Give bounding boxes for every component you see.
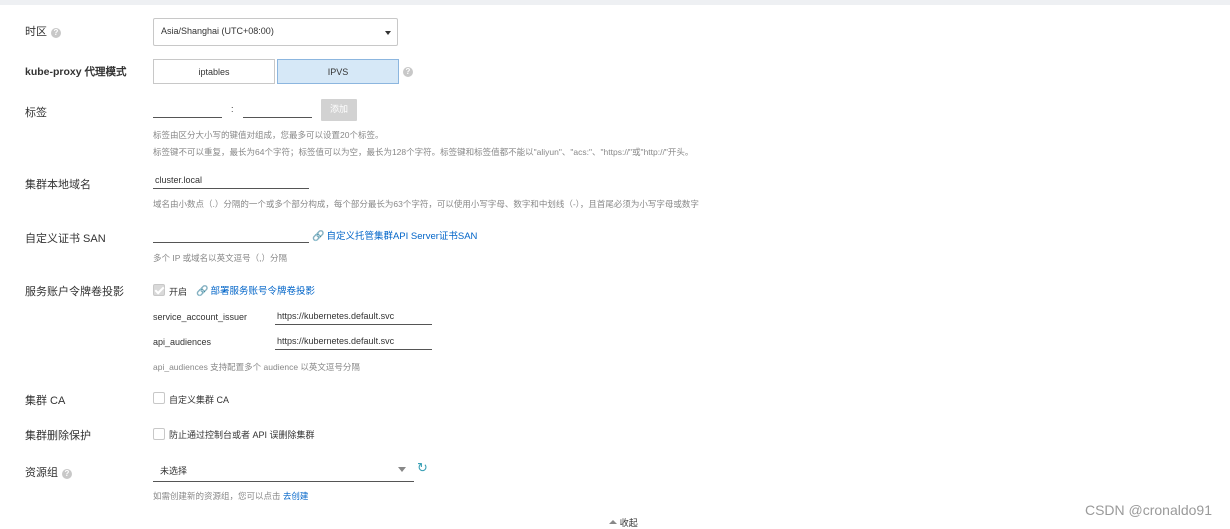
cert-san-doc-link[interactable]: 🔗 自定义托管集群API Server证书SAN	[312, 228, 477, 242]
tags-label: 标签	[25, 107, 47, 119]
proxy-option-ipvs[interactable]: IPVS	[277, 59, 399, 84]
sa-token-enable-label: 开启	[169, 287, 188, 297]
audiences-hint: api_audiences 支持配置多个 audience 以英文逗号分隔	[153, 362, 360, 372]
top-divider	[0, 0, 1230, 5]
link-icon: 🔗	[312, 231, 325, 242]
help-icon[interactable]: ?	[51, 28, 61, 38]
link-icon: 🔗	[196, 286, 209, 297]
cert-san-link-text: 自定义托管集群API Server证书SAN	[326, 231, 478, 242]
cert-san-input[interactable]	[153, 229, 309, 243]
sa-token-link-text: 部署服务账号令牌卷投影	[210, 286, 315, 297]
cluster-ca-checkbox[interactable]	[153, 392, 165, 404]
chevron-down-icon	[398, 467, 406, 472]
tags-hint-1: 标签由区分大小写的键值对组成，您最多可以设置20个标签。	[153, 130, 384, 140]
timezone-select[interactable]: Asia/Shanghai (UTC+08:00)	[153, 18, 398, 46]
cluster-ca-option: 自定义集群 CA	[169, 395, 230, 405]
resource-group-hint: 如需创建新的资源组，您可以点击 去创建	[153, 490, 308, 502]
audiences-label: api_audiences	[153, 337, 212, 347]
proxy-option-iptables[interactable]: iptables	[153, 59, 275, 84]
timezone-value: Asia/Shanghai (UTC+08:00)	[161, 26, 274, 36]
help-icon[interactable]: ?	[403, 67, 413, 77]
timezone-label: 时区?	[25, 23, 61, 39]
issuer-input[interactable]	[275, 311, 432, 325]
sa-token-checkbox[interactable]	[153, 284, 165, 296]
resource-group-label-text: 资源组	[25, 467, 58, 479]
resource-group-hint-text: 如需创建新的资源组，您可以点击	[153, 491, 281, 501]
domain-label: 集群本地域名	[25, 179, 91, 191]
help-icon[interactable]: ?	[62, 469, 72, 479]
cert-san-hint: 多个 IP 或域名以英文逗号（,）分隔	[153, 253, 287, 263]
cluster-ca-label: 集群 CA	[25, 395, 66, 407]
delete-protection-checkbox[interactable]	[153, 428, 165, 440]
tags-hint-2: 标签键不可以重复，最长为64个字符；标签值可以为空，最长为128个字符。标签键和…	[153, 147, 694, 157]
watermark: CSDN @cronaldo91	[1084, 502, 1212, 518]
sa-token-doc-link[interactable]: 🔗 部署服务账号令牌卷投影	[196, 283, 315, 297]
collapse-toggle[interactable]: 收起	[609, 516, 638, 529]
chevron-up-icon	[609, 520, 617, 524]
audiences-input[interactable]	[275, 336, 432, 350]
sa-token-label: 服务账户令牌卷投影	[25, 286, 124, 298]
domain-hint: 域名由小数点（.）分隔的一个或多个部分构成，每个部分最长为63个字符，可以使用小…	[153, 199, 699, 209]
cert-san-label: 自定义证书 SAN	[25, 233, 106, 245]
resource-group-select[interactable]: 未选择	[153, 458, 414, 482]
tag-separator: :	[231, 104, 234, 114]
resource-group-value: 未选择	[160, 466, 188, 476]
collapse-label: 收起	[619, 518, 638, 528]
chevron-down-icon	[385, 31, 391, 35]
tag-value-input[interactable]	[243, 104, 312, 118]
proxy-mode-label: kube-proxy 代理模式	[25, 66, 127, 78]
resource-group-label: 资源组?	[25, 464, 72, 480]
create-resource-group-link[interactable]: 去创建	[283, 491, 309, 501]
refresh-icon[interactable]: ↻	[417, 460, 428, 476]
domain-input[interactable]	[153, 175, 309, 189]
tag-key-input[interactable]	[153, 104, 222, 118]
add-tag-button[interactable]: 添加	[321, 99, 357, 121]
delete-protection-option: 防止通过控制台或者 API 误删除集群	[169, 430, 315, 440]
delete-protection-label: 集群删除保护	[25, 430, 91, 442]
issuer-label: service_account_issuer	[153, 312, 248, 322]
timezone-label-text: 时区	[25, 26, 47, 38]
